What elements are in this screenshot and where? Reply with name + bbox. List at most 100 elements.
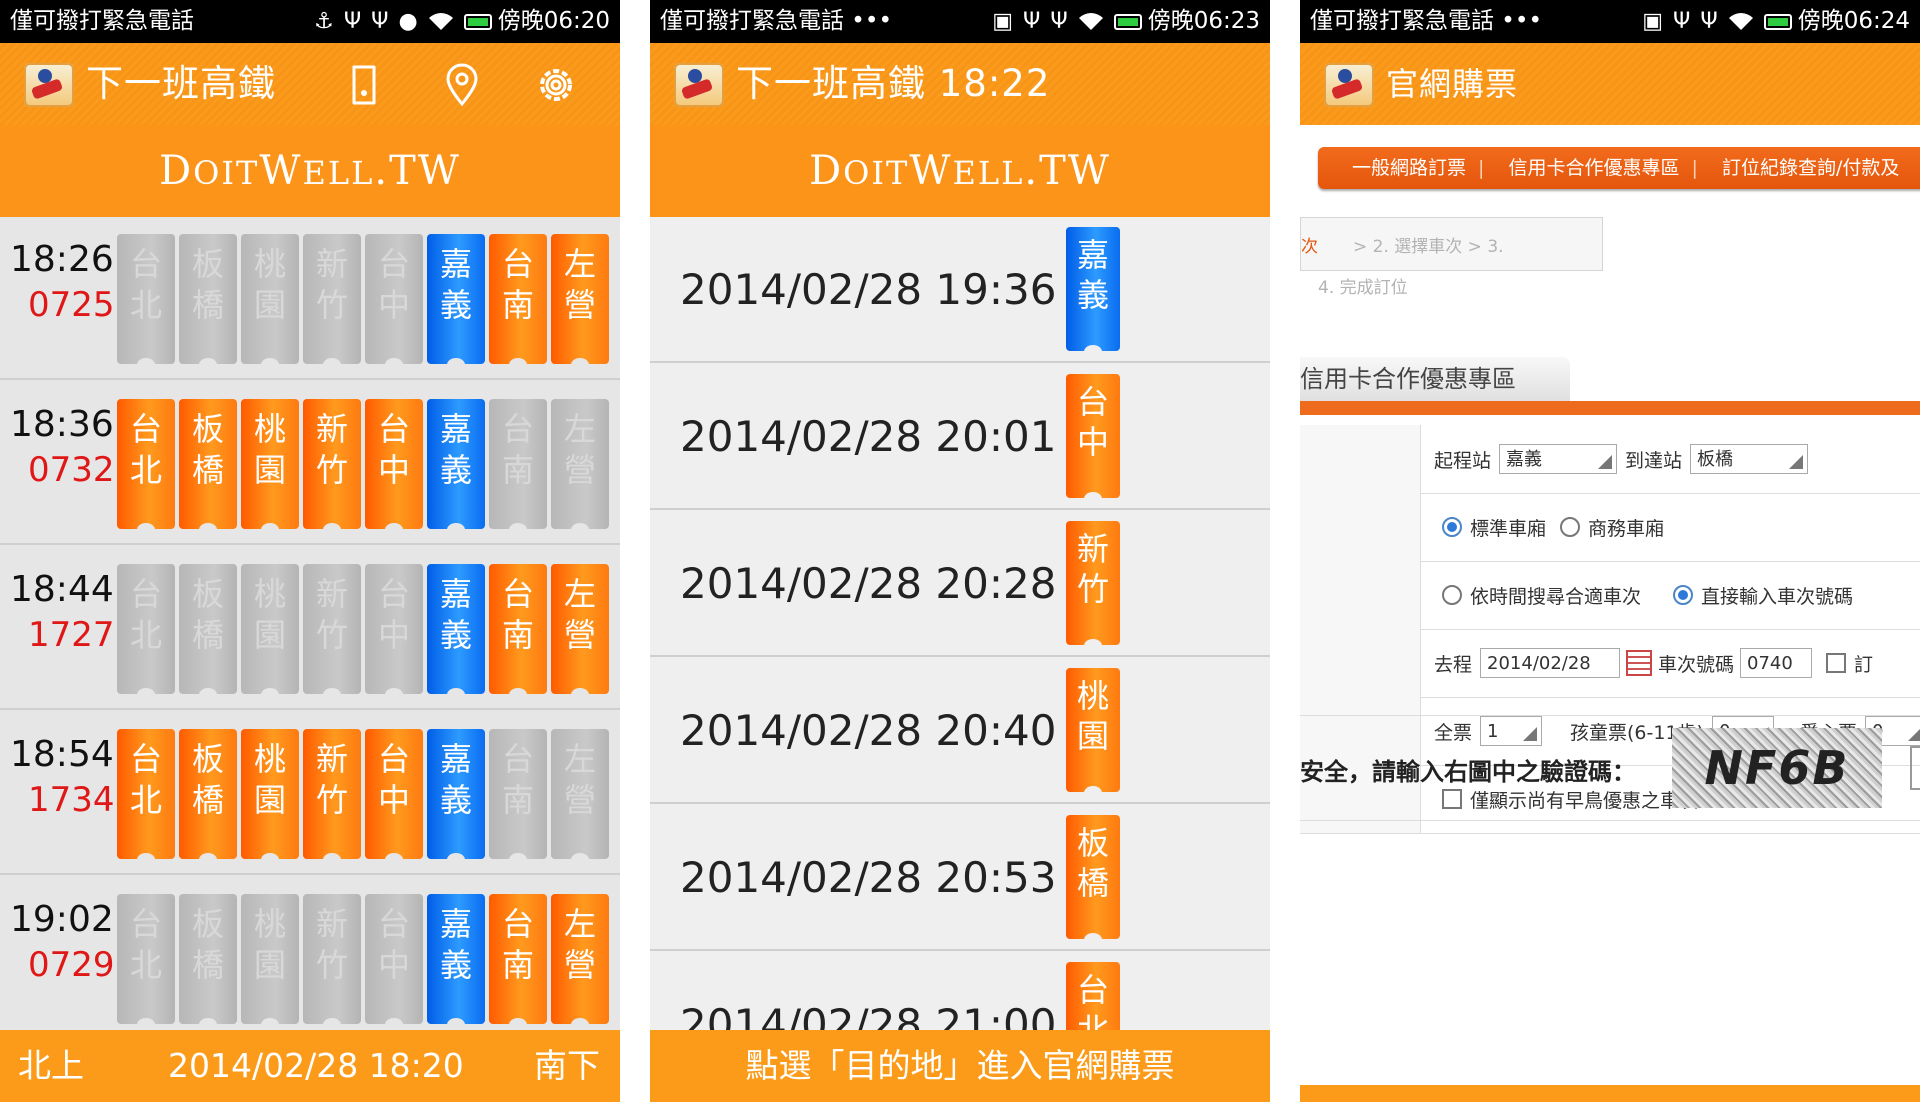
station-badge[interactable]: 台南 <box>489 234 547 372</box>
station-badge[interactable]: 台中 <box>365 729 423 867</box>
destination-row[interactable]: 2014/02/28 20:53 板橋 <box>650 805 1270 951</box>
station-badge[interactable]: 板橋 <box>179 894 237 1030</box>
station-badge[interactable]: 左營 <box>551 399 609 537</box>
station-badge[interactable]: 板橋 <box>179 729 237 867</box>
step-current: 次 <box>1301 237 1318 257</box>
station-badge[interactable]: 嘉義 <box>427 729 485 867</box>
tab-credit-card-zone[interactable]: 信用卡合作優惠專區 <box>1300 357 1570 401</box>
usb-icon: Ψ <box>1700 9 1718 34</box>
station-badge[interactable]: 台北 <box>117 894 175 1030</box>
station-badge[interactable]: 新竹 <box>303 234 361 372</box>
calendar-icon[interactable] <box>1626 650 1653 676</box>
station-badge[interactable]: 嘉義 <box>427 399 485 537</box>
destination-station-badge[interactable]: 台北 <box>1066 962 1120 1030</box>
station-badge[interactable]: 桃園 <box>241 399 299 537</box>
destination-station-badge[interactable]: 嘉義 <box>1066 227 1120 359</box>
from-station-select[interactable]: 嘉義 <box>1499 444 1618 474</box>
departure-time: 18:36 <box>10 404 114 445</box>
train-row[interactable]: 19:02 0729 台北板橋桃園新竹台中嘉義台南左營 <box>0 877 620 1030</box>
station-badge[interactable]: 左營 <box>551 234 609 372</box>
station-badge[interactable]: 新竹 <box>303 564 361 702</box>
destination-station-badge[interactable]: 桃園 <box>1066 668 1120 800</box>
station-badge[interactable]: 台南 <box>489 729 547 867</box>
station-badge[interactable]: 台中 <box>365 234 423 372</box>
station-badge[interactable]: 台南 <box>489 399 547 537</box>
depart-date-input[interactable]: 2014/02/28 <box>1480 648 1621 678</box>
train-row[interactable]: 18:26 0725 台北板橋桃園新竹台中嘉義台南左營 <box>0 217 620 380</box>
station-badge[interactable]: 台南 <box>489 894 547 1030</box>
train-number: 0729 <box>28 945 115 985</box>
station-badge[interactable]: 台中 <box>365 564 423 702</box>
station-badge[interactable]: 左營 <box>551 894 609 1030</box>
train-row[interactable]: 18:36 0732 台北板橋桃園新竹台中嘉義台南左營 <box>0 382 620 545</box>
destination-row[interactable]: 2014/02/28 21:00 台北 <box>650 952 1270 1030</box>
destination-station-badge[interactable]: 新竹 <box>1066 521 1120 653</box>
step-complete: 4. 完成訂位 <box>1318 278 1408 298</box>
station-badge[interactable]: 台北 <box>117 234 175 372</box>
nav-general-booking[interactable]: 一般網路訂票 <box>1352 157 1466 179</box>
train-number-input[interactable]: 0740 <box>1740 648 1813 678</box>
destination-station-badge[interactable]: 台中 <box>1066 374 1120 506</box>
usb-icon: Ψ <box>1673 9 1691 34</box>
station-badge[interactable]: 台北 <box>117 399 175 537</box>
book-checkbox[interactable] <box>1826 653 1847 673</box>
radio-search-by-time[interactable] <box>1442 585 1462 605</box>
radio-business-car[interactable] <box>1560 517 1581 537</box>
usb-icon: Ψ <box>371 9 389 34</box>
radio-search-by-number[interactable] <box>1673 585 1694 605</box>
station-badge[interactable]: 左營 <box>551 564 609 702</box>
destination-list[interactable]: 2014/02/28 19:36 嘉義 2014/02/28 20:01 台中 2014… <box>650 217 1270 1030</box>
location-pin-icon[interactable] <box>440 63 484 107</box>
destination-station-badge[interactable]: 板橋 <box>1066 815 1120 947</box>
station-badge[interactable]: 台北 <box>117 564 175 702</box>
screen-next-train: 僅可撥打緊急電話 ⚓ Ψ Ψ ● 傍晚06:20 下一班高鐵 DOITWELL.… <box>0 0 620 1102</box>
destination-row[interactable]: 2014/02/28 20:40 桃園 <box>650 658 1270 804</box>
station-badge[interactable]: 嘉義 <box>427 564 485 702</box>
app-logo-icon <box>674 63 724 107</box>
station-badge[interactable]: 桃園 <box>241 564 299 702</box>
nav-credit-card-zone[interactable]: 信用卡合作優惠專區 <box>1508 157 1679 179</box>
station-badge[interactable]: 板橋 <box>179 564 237 702</box>
station-badge[interactable]: 台北 <box>117 729 175 867</box>
to-station-select[interactable]: 板橋 <box>1690 444 1809 474</box>
station-badge[interactable]: 台中 <box>365 894 423 1030</box>
train-number: 0725 <box>28 285 115 325</box>
usb-icon: Ψ <box>1050 9 1068 34</box>
gear-icon[interactable] <box>534 63 578 107</box>
radio-standard-car[interactable] <box>1442 517 1462 537</box>
ticket-icon[interactable] <box>342 63 386 107</box>
station-badge[interactable]: 嘉義 <box>427 894 485 1030</box>
station-badge[interactable]: 新竹 <box>303 729 361 867</box>
battery-icon <box>463 13 492 30</box>
station-badge[interactable]: 新竹 <box>303 399 361 537</box>
train-list[interactable]: 18:26 0725 台北板橋桃園新竹台中嘉義台南左營 18:36 0732 台北板橋桃園… <box>0 217 620 1030</box>
app-bar: 官網購票 <box>1300 43 1920 125</box>
station-row: 起程站 嘉義 到達站 板橋 <box>1300 425 1920 494</box>
train-row[interactable]: 18:44 1727 台北板橋桃園新竹台中嘉義台南左營 <box>0 547 620 710</box>
station-badge[interactable]: 板橋 <box>179 399 237 537</box>
status-carrier: 僅可撥打緊急電話 <box>10 8 194 34</box>
station-badge[interactable]: 桃園 <box>241 234 299 372</box>
station-badge[interactable]: 板橋 <box>179 234 237 372</box>
destination-row[interactable]: 2014/02/28 19:36 嘉義 <box>650 217 1270 363</box>
station-badge[interactable]: 台中 <box>365 399 423 537</box>
destination-row[interactable]: 2014/02/28 20:01 台中 <box>650 364 1270 510</box>
station-badge[interactable]: 左營 <box>551 729 609 867</box>
train-row[interactable]: 18:54 1734 台北板橋桃園新竹台中嘉義台南左營 <box>0 712 620 875</box>
usb-icon: Ψ <box>343 9 362 34</box>
southbound-button[interactable]: 南下 <box>534 1030 600 1102</box>
station-badge[interactable]: 台南 <box>489 564 547 702</box>
station-badge[interactable]: 新竹 <box>303 894 361 1030</box>
station-badge[interactable]: 桃園 <box>241 729 299 867</box>
captcha-input[interactable] <box>1910 746 1920 790</box>
step-rest: > 2. 選擇車次 > 3. <box>1353 237 1504 257</box>
northbound-button[interactable]: 北上 <box>18 1030 84 1102</box>
status-time: 傍晚06:20 <box>497 8 610 34</box>
status-carrier: 僅可撥打緊急電話 ••• <box>660 8 893 34</box>
captcha-row: 安全，請輸入右圖中之驗證碼： NF6B <box>1300 715 1920 821</box>
destination-row[interactable]: 2014/02/28 20:28 新竹 <box>650 511 1270 657</box>
footer-bar: 點選「目的地」進入官網購票 <box>650 1030 1270 1102</box>
station-badge[interactable]: 嘉義 <box>427 234 485 372</box>
nav-booking-records[interactable]: 訂位紀錄查詢/付款及 <box>1722 157 1899 179</box>
station-badge[interactable]: 桃園 <box>241 894 299 1030</box>
